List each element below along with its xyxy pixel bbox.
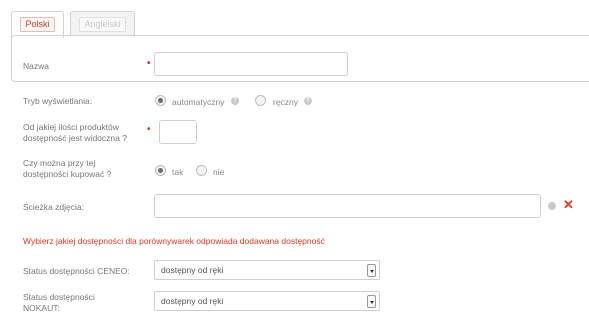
can-buy-yes-radio[interactable] [155,165,166,176]
nokaut-label-line1: Status dostępności [23,292,95,302]
can-buy-no-radio[interactable] [196,165,207,176]
name-input[interactable] [154,52,348,76]
required-marker: • [147,58,151,69]
required-marker: • [147,124,151,135]
min-qty-input[interactable] [159,120,197,144]
ceneo-select-value: dostępny od ręki [161,265,224,275]
help-icon[interactable]: ? [231,97,239,105]
nokaut-select-value: dostępny od ręki [161,296,224,306]
tab-polski-label: Polski [20,17,55,32]
chevron-down-icon[interactable] [367,295,376,308]
tab-polski[interactable]: Polski [11,11,64,38]
help-icon[interactable]: ? [304,97,312,105]
display-mode-auto-label: automatyczny [172,97,225,107]
min-qty-label-line1: Od jakiej ilości produktów [23,122,119,132]
can-buy-no-label: nie [213,167,225,177]
preview-icon[interactable] [548,202,556,210]
can-buy-label-line1: Czy można przy tej [23,158,96,168]
chevron-down-icon[interactable] [367,264,376,277]
display-mode-manual-label: ręczny [273,97,299,107]
comparison-warning: Wybierz jakiej dostępności dla porównywa… [23,236,325,246]
ceneo-label: Status dostępności CENEO: [23,266,130,276]
nokaut-label-line2: NOKAUT: [23,303,60,313]
display-mode-manual-radio[interactable] [255,95,266,106]
image-path-label: Ścieżka zdjęcia: [23,202,84,212]
language-tabs: Polski Angielski [11,8,589,38]
min-qty-label-line2: dostępność jest widoczna ? [23,133,127,143]
tab-angielski-label: Angielski [79,17,126,32]
image-path-input[interactable] [154,194,541,218]
can-buy-yes-label: tak [172,167,184,177]
close-icon[interactable]: ✕ [563,197,574,213]
name-label: Nazwa [23,61,49,71]
tab-angielski[interactable]: Angielski [70,11,135,36]
display-mode-label: Tryb wyświetlania: [23,96,93,106]
nokaut-select[interactable]: dostępny od ręki [154,291,380,311]
display-mode-auto-radio[interactable] [155,95,166,106]
can-buy-label-line2: dostępności kupować ? [23,169,112,179]
ceneo-select[interactable]: dostępny od ręki [154,260,380,280]
